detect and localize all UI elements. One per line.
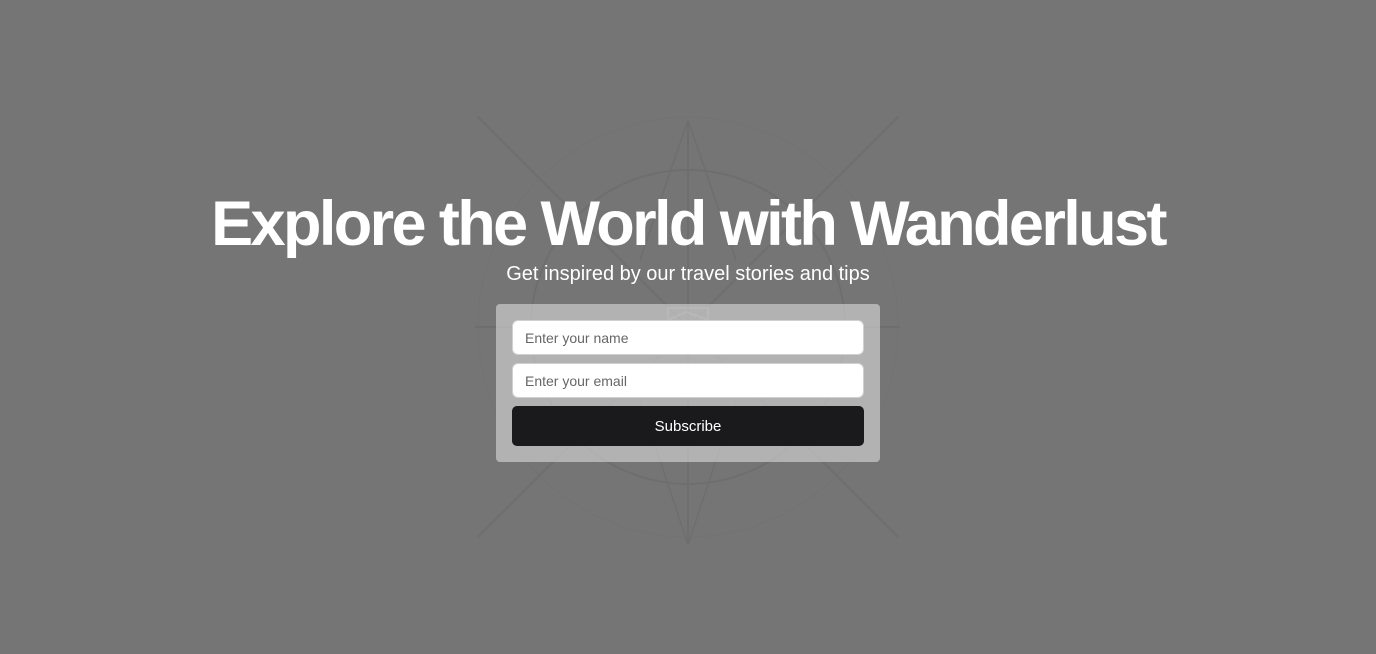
page-subtitle: Get inspired by our travel stories and t…	[506, 263, 870, 285]
subscribe-button[interactable]: Subscribe	[512, 406, 864, 446]
page-title: Explore the World with Wanderlust	[211, 189, 1167, 259]
newsletter-signup-form: Subscribe	[496, 304, 880, 462]
email-input[interactable]	[512, 363, 864, 398]
hero-section: Explore the World with Wanderlust Get in…	[0, 0, 1376, 654]
name-input[interactable]	[512, 320, 864, 355]
